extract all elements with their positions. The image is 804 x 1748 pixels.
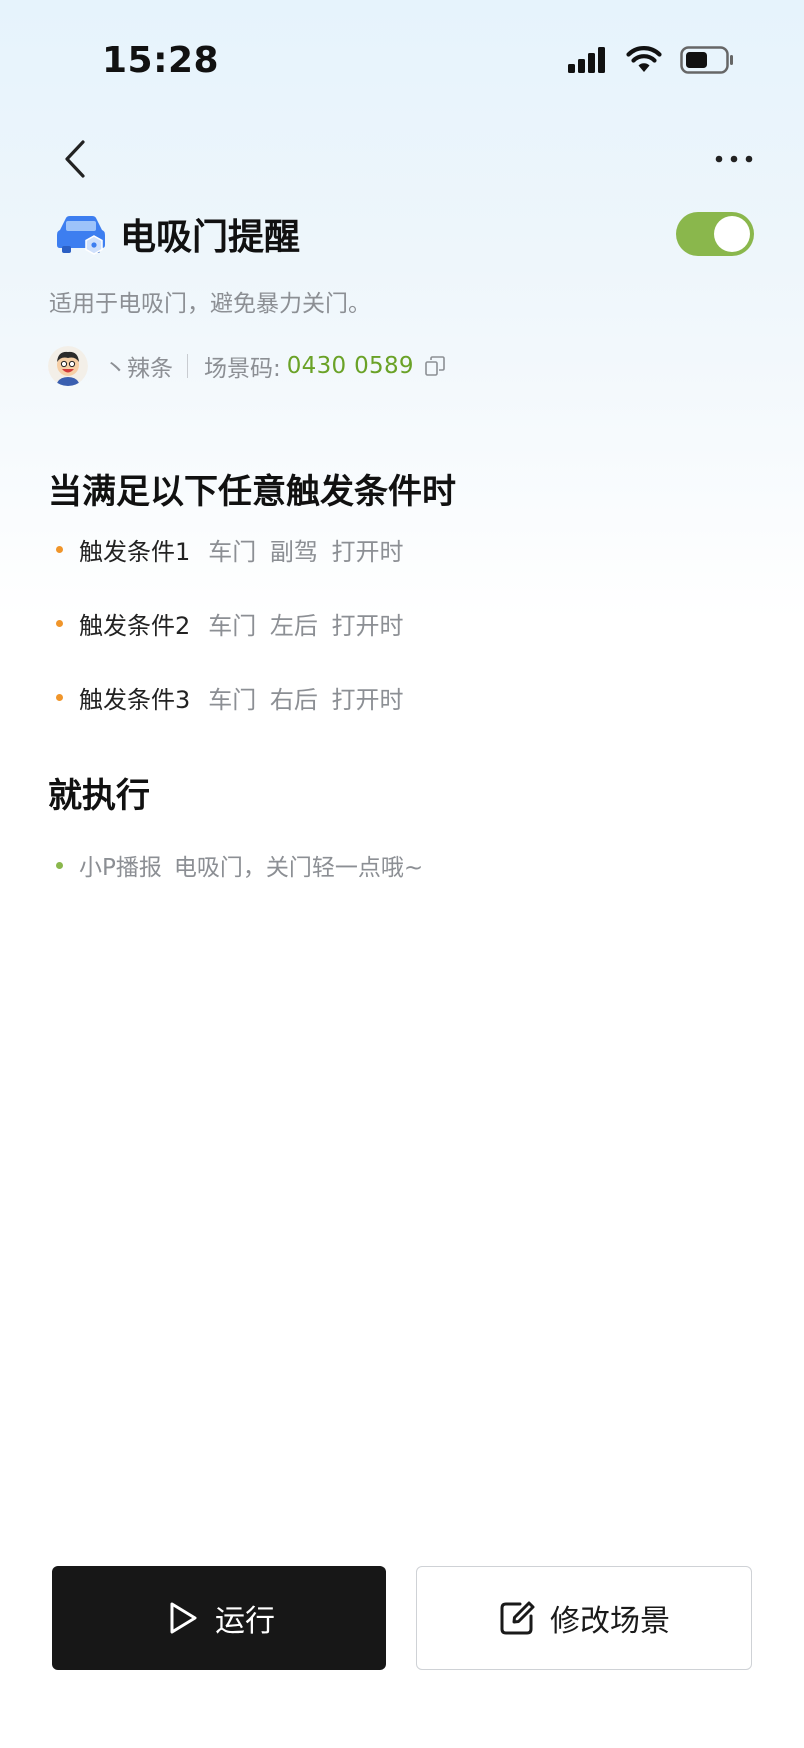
author-row: 丶辣条 场景码: 0430 0589	[48, 344, 446, 388]
action-detail: 电吸门，关门轻一点哦~	[173, 855, 424, 881]
status-time: 15:28	[102, 40, 220, 81]
bullet-dot	[56, 862, 63, 869]
bullet-dot	[56, 546, 63, 553]
condition-detail: 车门 左后 打开时	[208, 612, 404, 640]
car-icon	[57, 216, 105, 255]
scene-description: 适用于电吸门，避免暴力关门。	[49, 291, 371, 317]
scene-title: 电吸门提醒	[120, 217, 301, 258]
wifi-icon	[626, 46, 662, 72]
run-button-label: 运行	[215, 1604, 275, 1639]
battery-icon	[680, 46, 733, 74]
condition-detail: 车门 右后 打开时	[208, 686, 404, 714]
edit-scene-button-label: 修改场景	[550, 1604, 670, 1639]
action-name: 小P播报	[79, 855, 162, 881]
cellular-signal-icon	[568, 47, 605, 73]
condition-item: 触发条件2 车门 左后 打开时	[56, 606, 404, 680]
run-button[interactable]: 运行	[52, 1566, 386, 1670]
divider	[187, 354, 188, 378]
condition-name: 触发条件2	[79, 612, 191, 640]
scene-enable-toggle[interactable]	[676, 212, 754, 256]
play-icon	[170, 1602, 197, 1634]
more-horizontal-icon	[715, 155, 753, 163]
status-icons	[568, 46, 734, 74]
condition-name: 触发条件3	[79, 686, 191, 714]
bottom-action-bar: 运行 修改场景	[52, 1566, 752, 1670]
conditions-title: 当满足以下任意触发条件时	[48, 472, 456, 512]
condition-item: 触发条件1 车门 副驾 打开时	[56, 532, 404, 606]
author-name: 丶辣条	[104, 356, 173, 382]
condition-detail: 车门 副驾 打开时	[208, 538, 404, 566]
edit-scene-button[interactable]: 修改场景	[416, 1566, 752, 1670]
scene-code-label: 场景码:	[204, 356, 281, 382]
conditions-list: 触发条件1 车门 副驾 打开时 触发条件2 车门 左后 打开时 触发条件3 车门…	[56, 532, 404, 754]
copy-icon[interactable]	[424, 355, 446, 377]
edit-icon	[500, 1601, 535, 1635]
more-button[interactable]	[704, 134, 764, 184]
execute-list: 小P播报 电吸门，关门轻一点哦~	[56, 848, 423, 882]
status-bar: 15:28	[0, 0, 804, 130]
avatar-image	[48, 346, 88, 386]
scene-code-value[interactable]: 0430 0589	[287, 353, 414, 379]
nav-bar	[0, 130, 804, 190]
back-button[interactable]	[50, 134, 100, 184]
bullet-dot	[56, 620, 63, 627]
execute-title: 就执行	[48, 776, 150, 816]
avatar[interactable]	[48, 346, 88, 386]
chevron-left-icon	[65, 140, 85, 178]
toggle-knob	[714, 216, 750, 252]
scene-header: 电吸门提醒	[48, 200, 756, 268]
condition-name: 触发条件1	[79, 538, 191, 566]
action-item: 小P播报 电吸门，关门轻一点哦~	[56, 848, 423, 882]
condition-item: 触发条件3 车门 右后 打开时	[56, 680, 404, 754]
bullet-dot	[56, 694, 63, 701]
